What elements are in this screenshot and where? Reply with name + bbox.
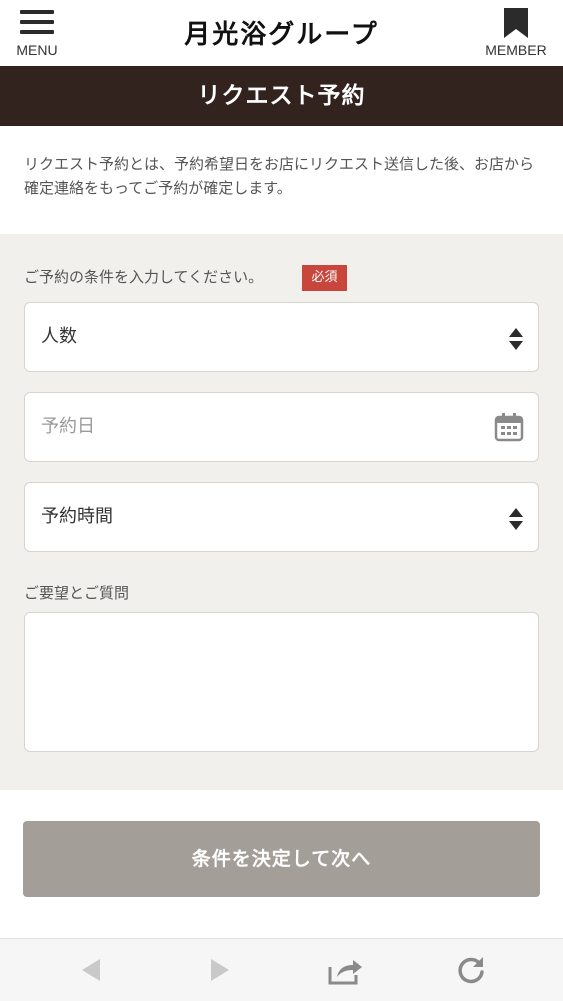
- condition-label: ご予約の条件を入力してください。: [24, 268, 264, 286]
- time-select-value: 予約時間: [41, 506, 113, 527]
- date-input-placeholder: 予約日: [41, 416, 95, 437]
- site-logo[interactable]: 月光浴グループ: [0, 14, 563, 51]
- requests-textarea[interactable]: [24, 612, 539, 752]
- site-header: MENU 月光浴グループ MEMBER: [0, 0, 563, 66]
- browser-toolbar: [0, 938, 563, 1001]
- intro-text: リクエスト予約とは、予約希望日をお店にリクエスト送信した後、お店から確定連絡をも…: [24, 155, 535, 197]
- date-input[interactable]: 予約日: [24, 392, 539, 462]
- share-icon[interactable]: [328, 955, 364, 985]
- reload-icon[interactable]: [456, 955, 486, 985]
- page-title: リクエスト予約: [0, 66, 563, 126]
- people-select-value: 人数: [41, 326, 77, 347]
- time-select[interactable]: 予約時間: [24, 482, 539, 552]
- sort-arrows-icon: [509, 508, 523, 530]
- member-label: MEMBER: [485, 42, 547, 58]
- required-badge: 必須: [302, 265, 347, 291]
- people-select[interactable]: 人数: [24, 302, 539, 372]
- back-arrow-icon[interactable]: [80, 957, 102, 983]
- forward-arrow-icon[interactable]: [209, 957, 231, 983]
- submit-button[interactable]: 条件を決定して次へ: [23, 821, 540, 897]
- calendar-icon[interactable]: [494, 412, 524, 442]
- sort-arrows-icon: [509, 328, 523, 350]
- member-button[interactable]: MEMBER: [481, 8, 551, 58]
- requests-label: ご要望とご質問: [24, 584, 130, 602]
- bookmark-icon: [504, 8, 528, 38]
